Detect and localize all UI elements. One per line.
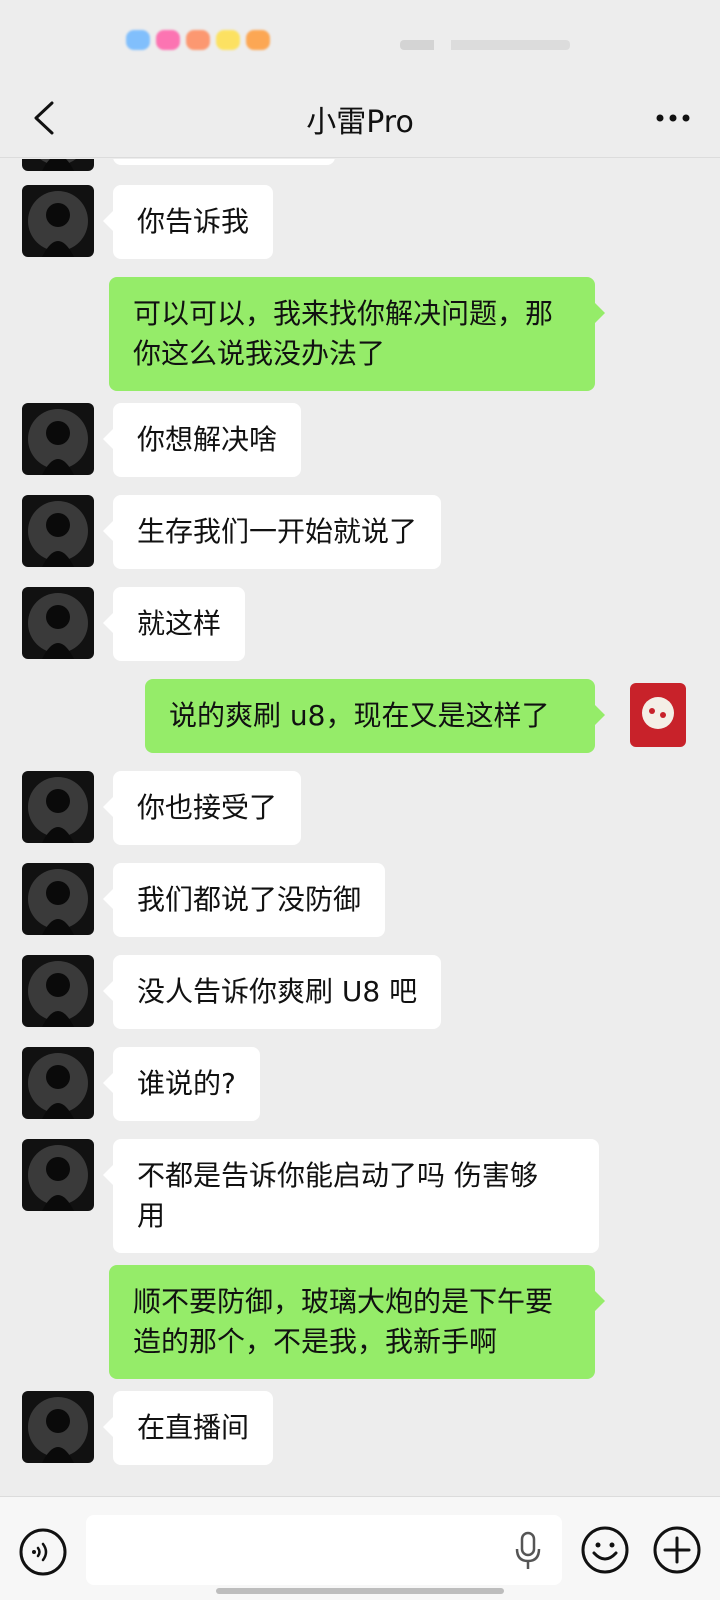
plus-icon: [653, 1526, 701, 1574]
status-indicators: [400, 40, 570, 50]
outgoing-message-bubble[interactable]: 顺不要防御，玻璃大炮的是下午要 造的那个，不是我，我新手啊: [109, 1265, 605, 1379]
incoming-message-bubble[interactable]: 就这样: [102, 587, 246, 661]
message-list[interactable]: 你告诉我可以可以，我来找你解决问题，那 你这么说我没办法了你想解决啥生存我们一开始…: [0, 159, 720, 1496]
incoming-message-bubble[interactable]: 我们都说了没防御: [102, 863, 386, 937]
message-text: 没人告诉你爽刷 U8 吧: [137, 975, 418, 1008]
incoming-message-bubble[interactable]: 没人告诉你爽刷 U8 吧: [102, 955, 442, 1029]
message-text: 就这样: [137, 607, 222, 640]
contact-avatar[interactable]: [22, 495, 94, 567]
contact-avatar[interactable]: [22, 863, 94, 935]
emoji-icon: [581, 1526, 629, 1574]
message-text-line: 顺不要防御，玻璃大炮的是下午要: [133, 1285, 554, 1318]
contact-avatar[interactable]: [22, 587, 94, 659]
more-dots-icon: [656, 114, 690, 122]
status-notification-icons: [126, 30, 270, 50]
message-text: 说的爽刷 u8，现在又是这样了: [169, 699, 550, 732]
chat-title: 小雷Pro: [306, 104, 414, 140]
message-text: 你告诉我: [137, 205, 250, 238]
message-bubble-partial: [113, 159, 335, 165]
message-text-line: 不都是告诉你能启动了吗 伤害够: [137, 1159, 538, 1192]
contact-avatar[interactable]: [22, 1139, 94, 1211]
message-text: 你想解决啥: [137, 423, 278, 456]
microphone-icon[interactable]: [512, 1531, 544, 1571]
message-text: 生存我们一开始就说了: [137, 515, 418, 548]
chat-header: 小雷Pro: [0, 80, 720, 158]
message-text-line: 可以可以，我来找你解决问题，那: [133, 297, 554, 330]
contact-avatar[interactable]: [22, 159, 94, 171]
emoji-button[interactable]: [580, 1525, 630, 1575]
voice-input-icon: [19, 1528, 67, 1576]
message-text: 在直播间: [137, 1411, 250, 1444]
more-actions-button[interactable]: [652, 1525, 702, 1575]
message-text: 你也接受了: [137, 791, 278, 824]
outgoing-message-bubble[interactable]: 说的爽刷 u8，现在又是这样了: [145, 679, 605, 753]
voice-toggle-button[interactable]: [18, 1527, 68, 1577]
self-avatar[interactable]: [630, 683, 686, 747]
outgoing-message-bubble[interactable]: 可以可以，我来找你解决问题，那 你这么说我没办法了: [109, 277, 605, 391]
incoming-message-bubble[interactable]: 你也接受了: [102, 771, 302, 845]
incoming-message-bubble[interactable]: 在直播间: [102, 1391, 274, 1465]
message-text-line: 造的那个，不是我，我新手啊: [133, 1325, 498, 1358]
incoming-message-bubble[interactable]: 生存我们一开始就说了: [102, 495, 442, 569]
contact-avatar[interactable]: [22, 955, 94, 1027]
more-options-button[interactable]: [648, 96, 698, 140]
message-text-line: 用: [137, 1199, 166, 1232]
contact-avatar[interactable]: [22, 771, 94, 843]
incoming-message-bubble[interactable]: 你想解决啥: [102, 403, 302, 477]
home-indicator[interactable]: [216, 1588, 504, 1594]
chevron-left-icon: [34, 101, 54, 135]
contact-avatar[interactable]: [22, 185, 94, 257]
contact-avatar[interactable]: [22, 403, 94, 475]
status-bar: [0, 0, 720, 80]
incoming-message-bubble[interactable]: 你告诉我: [102, 185, 274, 259]
contact-avatar[interactable]: [22, 1047, 94, 1119]
message-text: 谁说的?: [137, 1067, 236, 1100]
input-bar: [0, 1496, 720, 1600]
incoming-message-bubble[interactable]: 谁说的?: [103, 1047, 260, 1121]
back-button[interactable]: [22, 96, 66, 140]
incoming-message-bubble[interactable]: 不都是告诉你能启动了吗 伤害够用: [103, 1139, 599, 1253]
message-input[interactable]: [86, 1515, 562, 1585]
contact-avatar[interactable]: [22, 1391, 94, 1463]
message-text: 我们都说了没防御: [137, 883, 362, 916]
message-text-line: 你这么说我没办法了: [133, 337, 386, 370]
